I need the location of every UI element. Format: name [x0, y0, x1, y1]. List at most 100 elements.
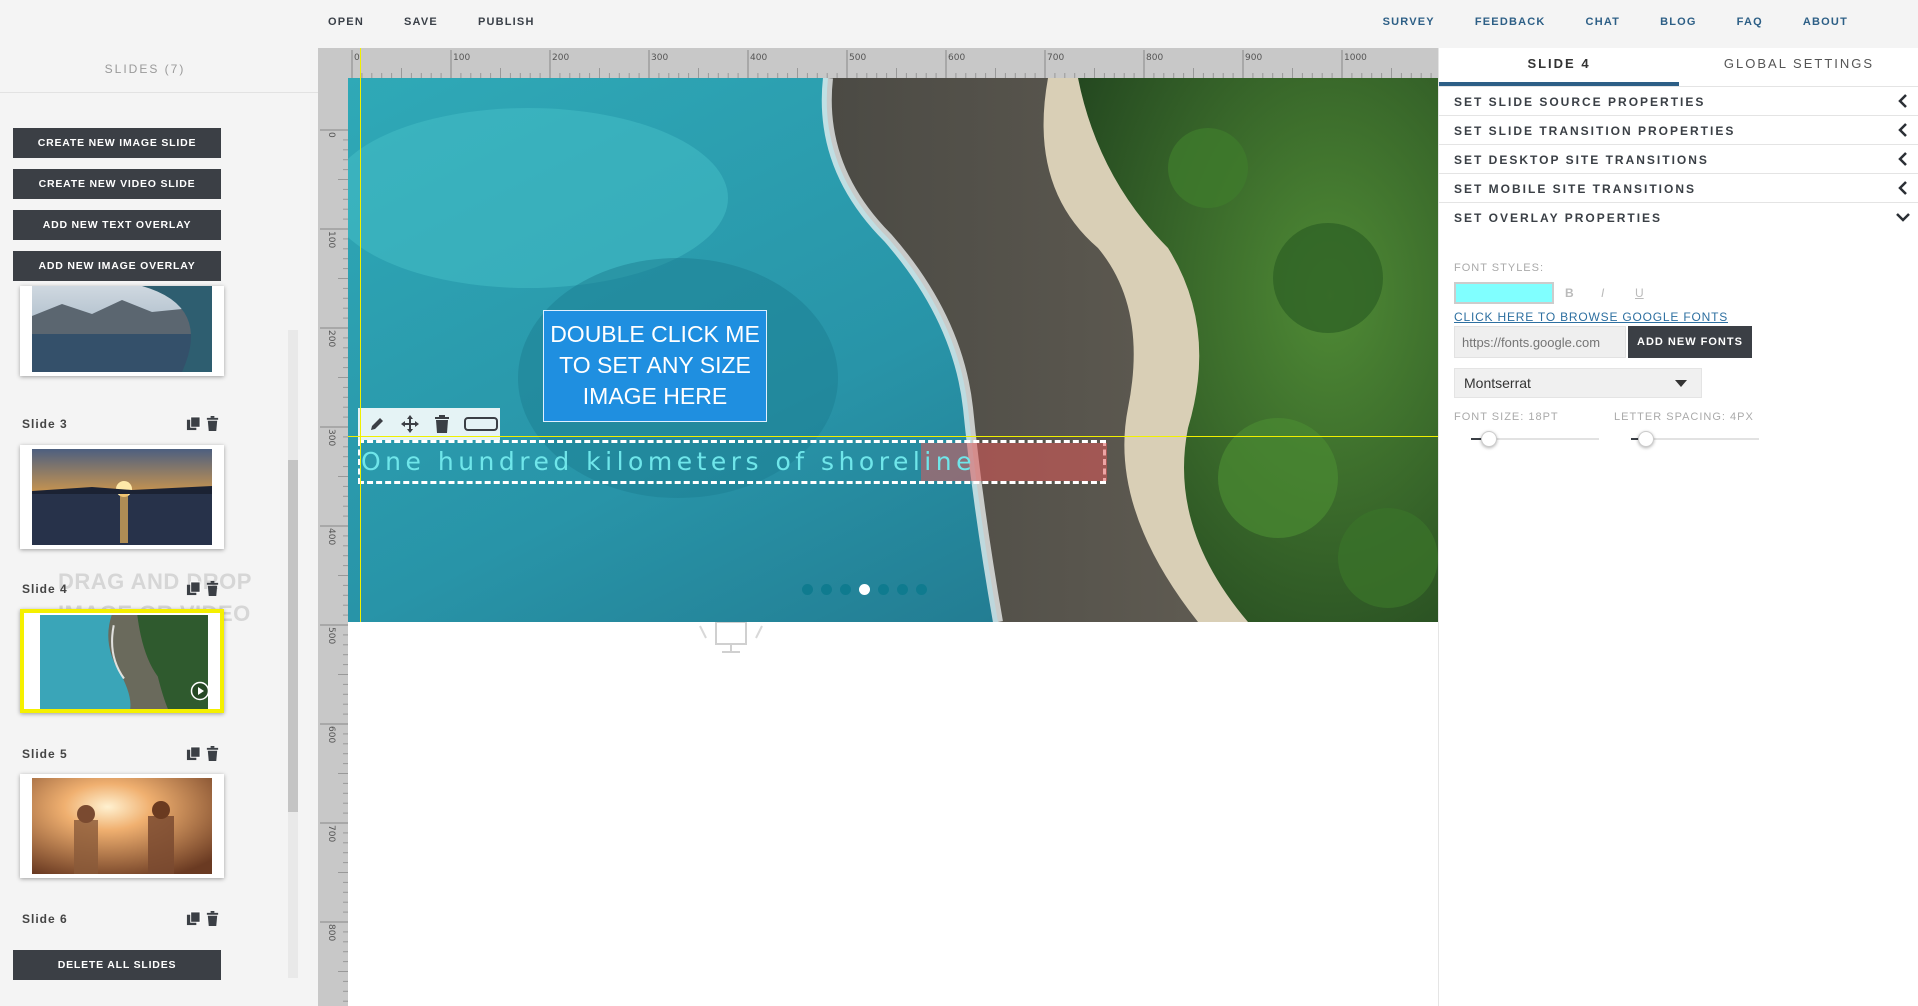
- about-link[interactable]: ABOUT: [1803, 16, 1848, 28]
- pagination-dot[interactable]: [859, 584, 870, 595]
- top-nav-bar: OPEN SAVE PUBLISH SURVEY FEEDBACK CHAT B…: [0, 0, 1918, 44]
- delete-all-slides-button[interactable]: DELETE ALL SLIDES: [13, 950, 221, 980]
- ruler-left-label: 800: [326, 924, 336, 941]
- info-menu: SURVEY FEEDBACK CHAT BLOG FAQ ABOUT: [1383, 16, 1848, 28]
- chevron-left-icon: [1898, 152, 1907, 166]
- horizontal-guide-line[interactable]: [348, 436, 1438, 437]
- ruler-top-label: 1000: [1344, 53, 1367, 63]
- vertical-guide-line[interactable]: [360, 48, 361, 622]
- font-size-slider[interactable]: [1471, 431, 1599, 447]
- ruler-top-label: 400: [750, 53, 767, 63]
- video-play-icon: [190, 681, 210, 701]
- accordion-slide-source[interactable]: SET SLIDE SOURCE PROPERTIES: [1439, 87, 1918, 116]
- image-overlay-placeholder[interactable]: DOUBLE CLICK ME TO SET ANY SIZE IMAGE HE…: [543, 310, 767, 422]
- font-size-label: FONT SIZE: 18PT: [1454, 411, 1559, 423]
- properties-panel: SLIDE 4 GLOBAL SETTINGS SET SLIDE SOURCE…: [1438, 48, 1918, 1006]
- add-new-fonts-button[interactable]: ADD NEW FONTS: [1628, 326, 1752, 358]
- ruler-top-label: 600: [948, 53, 965, 63]
- chevron-left-icon: [1898, 181, 1907, 195]
- slide-2-image: [32, 286, 212, 372]
- edit-pencil-icon[interactable]: [368, 415, 386, 433]
- duplicate-icon[interactable]: [186, 416, 201, 431]
- blog-link[interactable]: BLOG: [1660, 16, 1697, 28]
- pagination-dot[interactable]: [878, 584, 889, 595]
- accordion-mobile-transitions[interactable]: SET MOBILE SITE TRANSITIONS: [1439, 174, 1918, 203]
- font-color-picker[interactable]: [1454, 282, 1554, 304]
- faq-link[interactable]: FAQ: [1737, 16, 1763, 28]
- font-family-value: Montserrat: [1464, 375, 1531, 391]
- bold-toggle[interactable]: B: [1565, 286, 1574, 300]
- scrollbar-thumb[interactable]: [288, 460, 298, 812]
- slide-actions: [186, 746, 220, 761]
- trash-icon[interactable]: [205, 416, 220, 431]
- properties-tabs: SLIDE 4 GLOBAL SETTINGS: [1439, 48, 1918, 86]
- font-size-slider-knob[interactable]: [1480, 431, 1497, 447]
- font-family-select[interactable]: Montserrat: [1454, 368, 1702, 398]
- save-link[interactable]: SAVE: [404, 16, 438, 28]
- slide-pagination-dots: [802, 584, 927, 595]
- delete-overlay-icon[interactable]: [434, 415, 450, 433]
- open-link[interactable]: OPEN: [328, 16, 364, 28]
- upload-monitor-icon: [699, 622, 763, 653]
- text-overlay[interactable]: One hundred kilometers of shoreline: [358, 440, 1107, 484]
- survey-link[interactable]: SURVEY: [1383, 16, 1435, 28]
- add-image-overlay-button[interactable]: ADD NEW IMAGE OVERLAY: [13, 251, 221, 281]
- accordion-slide-transition[interactable]: SET SLIDE TRANSITION PROPERTIES: [1439, 116, 1918, 145]
- accordion-desktop-transitions[interactable]: SET DESKTOP SITE TRANSITIONS: [1439, 145, 1918, 174]
- underline-toggle[interactable]: U: [1635, 286, 1644, 300]
- slide-list-scrollbar[interactable]: [288, 330, 298, 978]
- create-video-slide-button[interactable]: CREATE NEW VIDEO SLIDE: [13, 169, 221, 199]
- letter-spacing-slider-knob[interactable]: [1638, 431, 1655, 447]
- pagination-dot[interactable]: [802, 584, 813, 595]
- chevron-down-icon: [1896, 213, 1910, 222]
- browse-google-fonts-link[interactable]: CLICK HERE TO BROWSE GOOGLE FONTS: [1454, 310, 1728, 324]
- slide-4-image: [40, 615, 208, 710]
- ruler-left-label: 300: [326, 429, 336, 446]
- slide-actions: [186, 416, 220, 431]
- tab-slide-4[interactable]: SLIDE 4: [1439, 48, 1679, 86]
- letter-spacing-slider[interactable]: [1631, 431, 1759, 447]
- ruler-top-label: 300: [651, 53, 668, 63]
- font-url-input[interactable]: [1454, 326, 1626, 358]
- trash-icon[interactable]: [205, 746, 220, 761]
- slides-panel: SLIDES (7) CREATE NEW IMAGE SLIDE CREATE…: [0, 44, 318, 1006]
- italic-toggle[interactable]: I: [1601, 286, 1604, 300]
- ruler-top-label: 100: [453, 53, 470, 63]
- editor-canvas[interactable]: 0 100 200 300 400 500 600 700 800 900 1000 0 100 200 3…: [318, 48, 1438, 1006]
- ruler-left-label: 500: [326, 627, 336, 644]
- slide-actions: [186, 911, 220, 926]
- pagination-dot[interactable]: [897, 584, 908, 595]
- create-image-slide-button[interactable]: CREATE NEW IMAGE SLIDE: [13, 128, 221, 158]
- duplicate-icon[interactable]: [186, 746, 201, 761]
- accordion-overlay-properties[interactable]: SET OVERLAY PROPERTIES: [1439, 203, 1918, 232]
- duplicate-icon[interactable]: [186, 581, 201, 596]
- accordion-label: SET SLIDE SOURCE PROPERTIES: [1454, 95, 1706, 109]
- slide-label: Slide 3: [22, 417, 68, 431]
- file-menu: OPEN SAVE PUBLISH: [328, 16, 535, 28]
- publish-link[interactable]: PUBLISH: [478, 16, 535, 28]
- chevron-left-icon: [1898, 94, 1907, 108]
- slide-stage[interactable]: DOUBLE CLICK ME TO SET ANY SIZE IMAGE HE…: [348, 78, 1438, 622]
- accordion-label: SET SLIDE TRANSITION PROPERTIES: [1454, 124, 1736, 138]
- pagination-dot[interactable]: [821, 584, 832, 595]
- text-overlay-content[interactable]: One hundred kilometers of shoreline: [361, 447, 976, 476]
- slides-title: SLIDES (7): [104, 62, 186, 76]
- pagination-dot[interactable]: [916, 584, 927, 595]
- slide-label: Slide 6: [22, 912, 68, 926]
- trash-icon[interactable]: [205, 581, 220, 596]
- slide-thumbnail-3[interactable]: [20, 445, 224, 549]
- slide-thumbnail-5[interactable]: [20, 774, 224, 878]
- pagination-dot[interactable]: [840, 584, 851, 595]
- slide-thumbnail-2[interactable]: [20, 286, 224, 376]
- resize-box-icon[interactable]: [464, 415, 498, 433]
- slide-thumbnail-4-selected[interactable]: [20, 609, 224, 713]
- duplicate-icon[interactable]: [186, 911, 201, 926]
- feedback-link[interactable]: FEEDBACK: [1475, 16, 1546, 28]
- move-icon[interactable]: [400, 414, 420, 434]
- add-text-overlay-button[interactable]: ADD NEW TEXT OVERLAY: [13, 210, 221, 240]
- ruler-left-label: 400: [326, 528, 336, 545]
- trash-icon[interactable]: [205, 911, 220, 926]
- chat-link[interactable]: CHAT: [1586, 16, 1621, 28]
- tab-global-settings[interactable]: GLOBAL SETTINGS: [1679, 48, 1918, 86]
- slide-actions: [186, 581, 220, 596]
